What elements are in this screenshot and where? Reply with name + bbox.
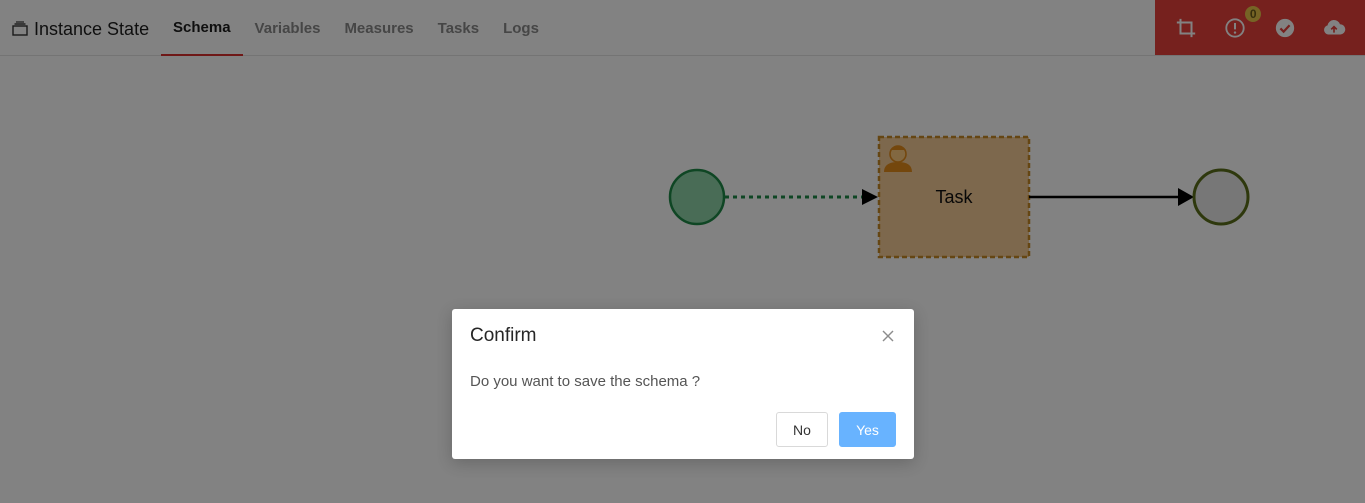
dialog-footer: No Yes (776, 412, 896, 447)
close-button[interactable] (880, 328, 896, 344)
close-icon (880, 330, 896, 348)
dialog-message: Do you want to save the schema ? (470, 373, 701, 390)
confirm-dialog: Confirm Do you want to save the schema ?… (452, 309, 914, 459)
no-button[interactable]: No (776, 412, 828, 447)
dialog-title: Confirm (470, 325, 537, 346)
yes-button[interactable]: Yes (839, 412, 896, 447)
